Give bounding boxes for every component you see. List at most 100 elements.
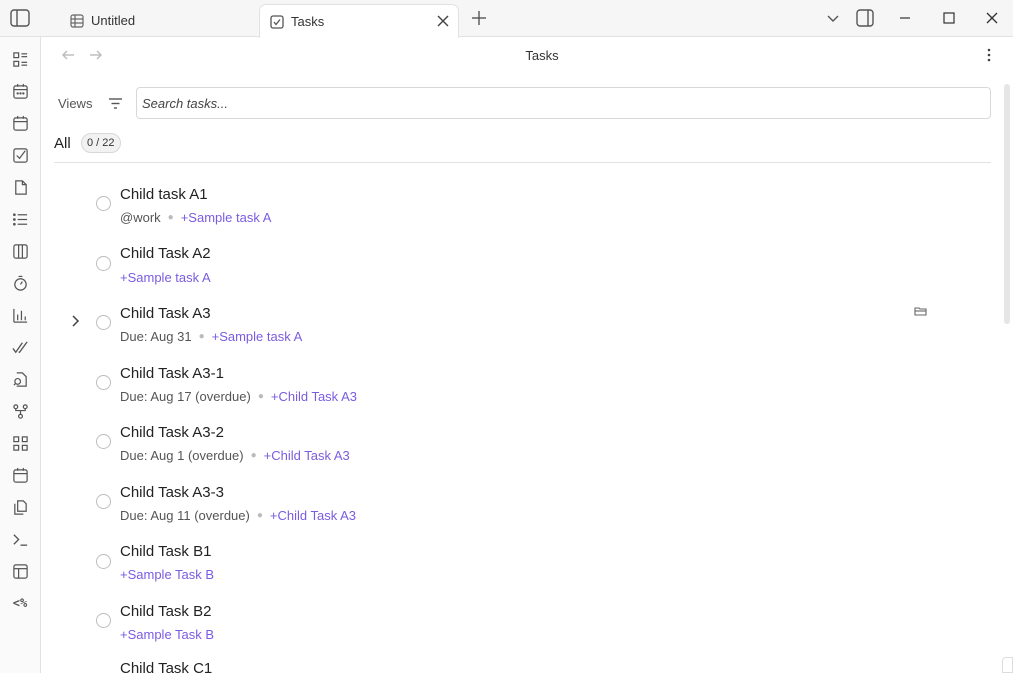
task-checkbox[interactable] [96, 256, 111, 271]
calendar-icon[interactable] [10, 81, 30, 101]
task-title: Child Task B2 [120, 603, 212, 620]
view-header: Tasks [42, 37, 1013, 73]
divider [54, 162, 991, 163]
separator-dot: ● [198, 331, 205, 342]
task-due-date: Due: Aug 17 (overdue) [120, 389, 251, 404]
timer-icon[interactable] [10, 273, 30, 293]
project-link[interactable]: +Sample Task B [120, 567, 214, 582]
task-title: Child Task B1 [120, 543, 212, 560]
filter-icon[interactable] [107, 95, 124, 112]
scroll-corner [1002, 657, 1013, 673]
separator-dot: ● [256, 510, 263, 521]
task-title: Child Task A3 [120, 305, 211, 322]
task-checkbox[interactable] [96, 554, 111, 569]
tab-label: Tasks [291, 14, 325, 29]
scrollbar-thumb[interactable] [1004, 84, 1010, 324]
task-title: Child Task A2 [120, 245, 211, 262]
calendar-days-icon[interactable] [10, 465, 30, 485]
sidebar-toggle-icon[interactable] [9, 8, 31, 28]
task-checkbox[interactable] [96, 434, 111, 449]
templater-label: <% [12, 596, 28, 610]
task-row[interactable]: Child Task A3-3 Due: Aug 11 (overdue) ● … [54, 481, 991, 539]
task-row[interactable]: Child Task A3-1 Due: Aug 17 (overdue) ● … [54, 362, 991, 420]
task-row[interactable]: Child Task C1 [54, 660, 991, 673]
columns-icon[interactable] [10, 241, 30, 261]
task-row[interactable]: Child task A1 @work ● +Sample task A [54, 183, 991, 241]
new-tab-plus-icon[interactable] [470, 9, 488, 27]
task-title: Child Task A3-2 [120, 424, 224, 441]
task-meta: +Sample Task B [120, 627, 214, 642]
file-search-icon[interactable] [10, 369, 30, 389]
task-checkbox[interactable] [96, 494, 111, 509]
task-meta: Due: Aug 31 ● +Sample task A [120, 329, 302, 344]
task-meta: Due: Aug 1 (overdue) ● +Child Task A3 [120, 448, 350, 463]
check-square-icon[interactable] [10, 145, 30, 165]
tab-label: Untitled [91, 13, 136, 28]
templater-icon[interactable]: <% [10, 593, 30, 613]
task-meta: +Sample task A [120, 270, 211, 285]
task-row[interactable]: Child Task A3-2 Due: Aug 1 (overdue) ● +… [54, 421, 991, 479]
dashboard-icon[interactable] [10, 49, 30, 69]
separator-dot: ● [257, 391, 264, 402]
task-due-date: Due: Aug 31 [120, 329, 192, 344]
tab-tasks[interactable]: Tasks [259, 4, 459, 38]
window-close-icon[interactable] [983, 9, 1001, 27]
task-row[interactable]: Child Task A3 Due: Aug 31 ● +Sample task… [54, 302, 991, 360]
search-input[interactable] [136, 87, 991, 119]
task-meta: Due: Aug 11 (overdue) ● +Child Task A3 [120, 508, 356, 523]
layout-icon[interactable] [10, 561, 30, 581]
more-options-icon[interactable] [981, 47, 997, 63]
minimize-icon[interactable] [896, 9, 914, 27]
right-sidebar-toggle-icon[interactable] [856, 9, 874, 27]
task-meta: +Sample Task B [120, 567, 214, 582]
separator-dot: ● [167, 212, 174, 223]
view-title: Tasks [525, 48, 559, 63]
calendar-alt-icon[interactable] [10, 113, 30, 133]
folder-open-icon[interactable] [914, 304, 928, 318]
task-due-date: Due: Aug 11 (overdue) [120, 508, 250, 523]
close-icon[interactable] [436, 14, 450, 28]
task-checkbox[interactable] [96, 375, 111, 390]
ribbon: <% [0, 37, 41, 673]
project-link[interactable]: +Sample Task B [120, 627, 214, 642]
title-bar: Untitled Tasks [0, 0, 1013, 38]
task-row[interactable]: Child Task B2 +Sample Task B [54, 600, 991, 658]
task-title: Child task A1 [120, 186, 208, 203]
task-title: Child Task A3-1 [120, 365, 224, 382]
project-link[interactable]: +Sample task A [120, 270, 211, 285]
task-meta: Due: Aug 17 (overdue) ● +Child Task A3 [120, 389, 357, 404]
task-context: @work [120, 210, 161, 225]
list-icon[interactable] [10, 209, 30, 229]
project-link[interactable]: +Child Task A3 [270, 508, 356, 523]
project-link[interactable]: +Sample task A [212, 329, 303, 344]
chevron-down-icon[interactable] [824, 9, 842, 27]
group-title: All [54, 135, 71, 152]
maximize-icon[interactable] [940, 9, 958, 27]
checkbox-icon [270, 14, 284, 29]
group-count-badge: 0 / 22 [81, 133, 121, 153]
terminal-icon[interactable] [10, 529, 30, 549]
file-icon[interactable] [10, 177, 30, 197]
bar-chart-icon[interactable] [10, 305, 30, 325]
project-link[interactable]: +Child Task A3 [271, 389, 357, 404]
grid-icon[interactable] [10, 433, 30, 453]
task-checkbox[interactable] [96, 196, 111, 211]
table-icon [70, 13, 84, 28]
task-meta: @work ● +Sample task A [120, 210, 271, 225]
tab-untitled[interactable]: Untitled [60, 4, 256, 37]
views-button[interactable]: Views [58, 96, 92, 111]
git-fork-icon[interactable] [10, 401, 30, 421]
double-check-icon[interactable] [10, 337, 30, 357]
task-due-date: Due: Aug 1 (overdue) [120, 448, 244, 463]
task-row[interactable]: Child Task B1 +Sample Task B [54, 541, 991, 599]
chevron-right-icon[interactable] [68, 314, 82, 328]
task-row[interactable]: Child Task A2 +Sample task A [54, 243, 991, 301]
project-link[interactable]: +Child Task A3 [264, 448, 350, 463]
task-title: Child Task C1 [120, 660, 213, 673]
task-checkbox[interactable] [96, 613, 111, 628]
task-title: Child Task A3-3 [120, 484, 224, 501]
copy-icon[interactable] [10, 497, 30, 517]
task-checkbox[interactable] [96, 315, 111, 330]
separator-dot: ● [250, 450, 257, 461]
project-link[interactable]: +Sample task A [181, 210, 272, 225]
